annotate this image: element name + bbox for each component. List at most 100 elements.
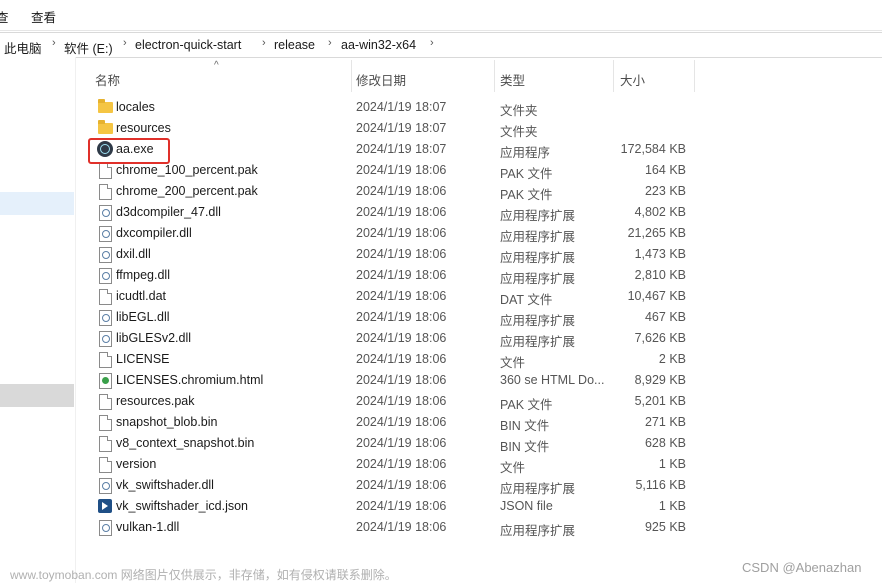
file-row[interactable]: icudtl.dat 2024/1/19 18:06 DAT 文件 10,467 KB [92,286,692,307]
ribbon-tab-partial[interactable]: 查 [0,7,9,26]
dll-icon [99,310,112,326]
file-size: 172,584 KB [620,142,686,156]
file-date: 2024/1/19 18:06 [356,247,447,261]
file-name: LICENSE [116,352,170,366]
column-divider[interactable] [494,60,495,92]
dll-icon [99,478,112,494]
file-row[interactable]: chrome_100_percent.pak 2024/1/19 18:06 PAK… [92,160,692,181]
breadcrumb-separator-icon[interactable]: › [262,37,266,49]
sort-up-icon: ^ [214,60,219,71]
file-row[interactable]: d3dcompiler_47.dll 2024/1/19 18:06 应用程序扩展 4… [92,202,692,223]
file-row[interactable]: dxil.dll 2024/1/19 18:06 应用程序扩展 1,473 KB [92,244,692,265]
file-date: 2024/1/19 18:06 [356,520,447,534]
breadcrumb-separator-icon[interactable]: › [52,37,56,49]
file-size: 8,929 KB [634,373,686,387]
file-name: snapshot_blob.bin [116,415,218,429]
file-type: 应用程序扩展 [500,230,576,244]
file-icon [99,352,112,368]
breadcrumb-current[interactable]: aa-win32-x64 [341,38,416,52]
column-date[interactable]: 修改日期 [356,70,406,89]
file-row[interactable]: ffmpeg.dll 2024/1/19 18:06 应用程序扩展 2,810 KB [92,265,692,286]
folder-icon [98,99,113,113]
column-type[interactable]: 类型 [500,70,525,89]
file-size: 5,116 KB [635,478,686,492]
file-type: 应用程序扩展 [500,314,576,328]
file-row[interactable]: version 2024/1/19 18:06 文件 1 KB [92,454,692,475]
file-icon [99,394,112,410]
file-name: d3dcompiler_47.dll [116,205,221,219]
file-row[interactable]: chrome_200_percent.pak 2024/1/19 18:06 PAK… [92,181,692,202]
file-type: PAK 文件 [500,167,553,181]
nav-item-selected[interactable] [0,384,74,407]
file-type: 应用程序 [500,146,551,160]
file-date: 2024/1/19 18:06 [356,163,447,177]
file-date: 2024/1/19 18:06 [356,415,447,429]
ribbon-tab-view[interactable]: 查看 [31,7,56,26]
file-row[interactable]: vk_swiftshader_icd.json 2024/1/19 18:06 JS… [92,496,692,517]
file-date: 2024/1/19 18:06 [356,373,447,387]
file-name: libEGL.dll [116,310,170,324]
address-bar[interactable]: 此电脑 › 软件 (E:) › electron-quick-start › r… [0,32,882,58]
file-type: 应用程序扩展 [500,272,576,286]
watermark-left: www.toymoban.com 网络图片仅供展示，非存储，如有侵权请联系删除。 [10,568,397,582]
breadcrumb-separator-icon[interactable]: › [328,37,332,49]
file-type: 应用程序扩展 [500,524,576,538]
column-size[interactable]: 大小 [620,70,645,89]
dll-icon [99,205,112,221]
breadcrumb-this-pc[interactable]: 此电脑 [4,38,42,57]
file-icon [99,289,112,305]
file-row[interactable]: resources.pak 2024/1/19 18:06 PAK 文件 5,201 … [92,391,692,412]
file-name: vulkan-1.dll [116,520,180,534]
breadcrumb-drive[interactable]: 软件 (E:) [64,38,113,57]
file-type: 文件夹 [500,104,538,118]
file-icon [99,436,112,452]
file-name: version [116,457,157,471]
column-divider[interactable] [694,60,695,92]
file-row[interactable]: resources 2024/1/19 18:07 文件夹 [92,118,692,139]
file-size: 5,201 KB [634,394,686,408]
file-row[interactable]: v8_context_snapshot.bin 2024/1/19 18:06 BI… [92,433,692,454]
column-header-row: ^ 名称 修改日期 类型 大小 [75,60,695,92]
column-name[interactable]: 名称 [95,70,120,89]
file-name: chrome_100_percent.pak [116,163,258,177]
dll-icon [99,226,112,242]
file-name: ffmpeg.dll [116,268,170,282]
file-size: 164 KB [644,163,686,177]
navigation-pane[interactable] [0,57,76,583]
file-size: 925 KB [644,520,686,534]
file-row[interactable]: vk_swiftshader.dll 2024/1/19 18:06 应用程序扩展 5… [92,475,692,496]
file-type: 应用程序扩展 [500,335,576,349]
nav-item-hover[interactable] [0,192,74,215]
file-type: JSON file [500,499,553,513]
breadcrumb-separator-icon[interactable]: › [430,37,434,49]
vscode-json-icon [98,499,112,513]
file-date: 2024/1/19 18:06 [356,394,447,408]
breadcrumb-release[interactable]: release [274,38,315,52]
file-row[interactable]: snapshot_blob.bin 2024/1/19 18:06 BIN 文件 27… [92,412,692,433]
file-size: 4,802 KB [634,205,686,219]
file-date: 2024/1/19 18:06 [356,499,447,513]
breadcrumb-separator-icon[interactable]: › [123,37,127,49]
column-divider[interactable] [351,60,352,92]
file-row[interactable]: libGLESv2.dll 2024/1/19 18:06 应用程序扩展 7,626 … [92,328,692,349]
file-row[interactable]: aa.exe 2024/1/19 18:07 应用程序 172,584 KB [92,139,692,160]
file-row[interactable]: LICENSE 2024/1/19 18:06 文件 2 KB [92,349,692,370]
file-icon [99,184,112,200]
file-type: PAK 文件 [500,398,553,412]
dll-icon [99,247,112,263]
file-type: 应用程序扩展 [500,209,576,223]
file-row[interactable]: dxcompiler.dll 2024/1/19 18:06 应用程序扩展 21,26… [92,223,692,244]
column-divider[interactable] [613,60,614,92]
file-row[interactable]: LICENSES.chromium.html 2024/1/19 18:06 360… [92,370,692,391]
file-name: chrome_200_percent.pak [116,184,258,198]
file-icon [99,457,112,473]
file-row[interactable]: libEGL.dll 2024/1/19 18:06 应用程序扩展 467 KB [92,307,692,328]
file-size: 10,467 KB [627,289,686,303]
file-row[interactable]: locales 2024/1/19 18:07 文件夹 [92,97,692,118]
breadcrumb-project[interactable]: electron-quick-start [135,38,241,52]
file-row[interactable]: vulkan-1.dll 2024/1/19 18:06 应用程序扩展 925 KB [92,517,692,538]
folder-icon [98,120,113,134]
file-size: 628 KB [644,436,686,450]
file-type: 文件夹 [500,125,538,139]
file-size: 1 KB [658,457,686,471]
